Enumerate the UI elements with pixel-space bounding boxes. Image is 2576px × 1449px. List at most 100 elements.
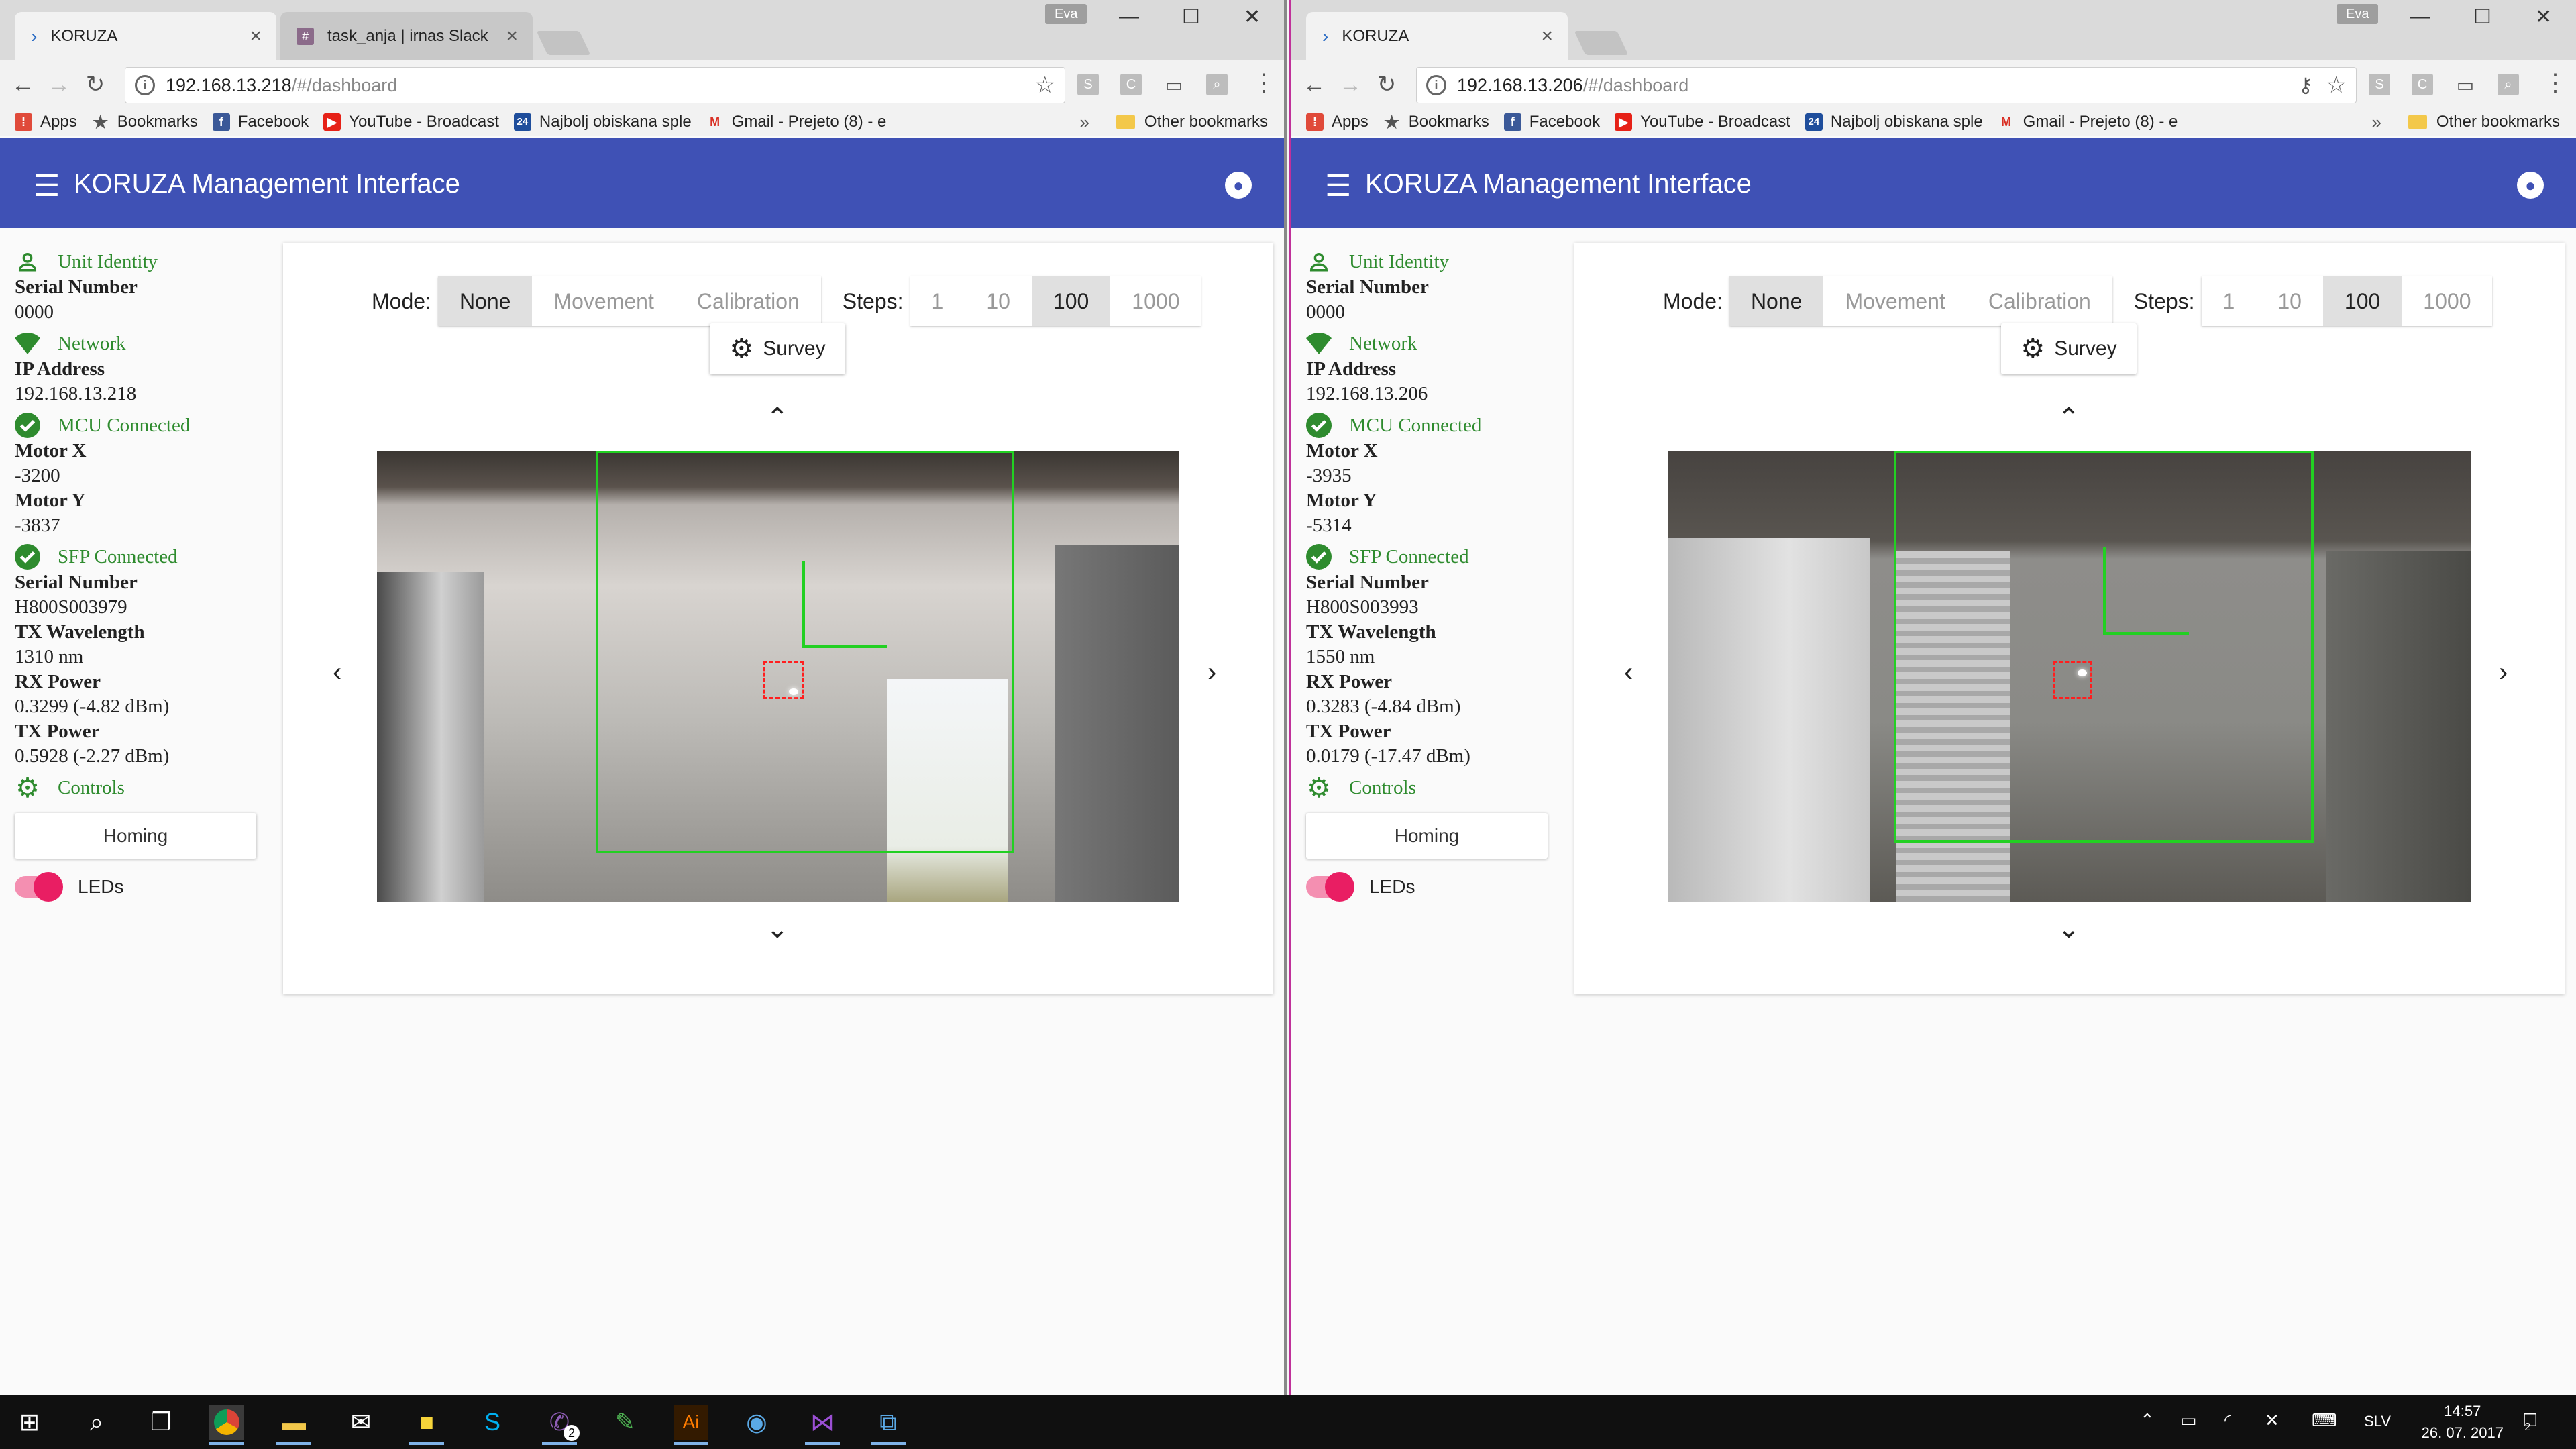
task-view-icon[interactable]: ❐: [144, 1405, 178, 1440]
minimize-icon[interactable]: —: [2410, 5, 2430, 28]
new-tab-button[interactable]: [1574, 31, 1629, 55]
bookmark-youtube[interactable]: ▶ YouTube - Broadcast: [1615, 113, 1790, 131]
windows-start-icon[interactable]: ⊞: [12, 1405, 47, 1440]
more-bookmarks-chevron[interactable]: »: [1080, 112, 1089, 133]
bookmark-facebook[interactable]: f Facebook: [1503, 113, 1600, 131]
reload-icon[interactable]: ↻: [82, 71, 109, 98]
page-info-icon[interactable]: i: [1426, 75, 1446, 95]
page-info-icon[interactable]: i: [135, 75, 155, 95]
mode-movement-button[interactable]: Movement: [1823, 276, 1967, 326]
bookmark-najbolj[interactable]: 24 Najbolj obiskana sple: [1805, 113, 1983, 131]
bookmark-gmail[interactable]: M Gmail - Prejeto (8) - e: [706, 113, 886, 131]
sticky-notes-icon[interactable]: ■: [409, 1405, 444, 1445]
extension-icon[interactable]: ⌕: [1206, 74, 1228, 95]
app-icon[interactable]: ◉: [739, 1405, 774, 1440]
leds-toggle[interactable]: [15, 872, 63, 902]
forward-icon[interactable]: →: [1337, 71, 1364, 98]
keyboard-icon[interactable]: ⌨: [2312, 1410, 2337, 1431]
step-1-button[interactable]: 1: [2201, 276, 2257, 326]
hamburger-menu-icon[interactable]: ☰: [1325, 169, 1351, 203]
battery-icon[interactable]: ▭: [2180, 1410, 2197, 1431]
account-icon[interactable]: ●: [2517, 172, 2544, 199]
minimize-icon[interactable]: —: [1119, 5, 1139, 28]
account-icon[interactable]: ●: [1225, 172, 1252, 199]
bookmark-gmail[interactable]: M Gmail - Prejeto (8) - e: [1998, 113, 2178, 131]
address-bar[interactable]: i 192.168.13.218 /#/dashboard ☆: [125, 67, 1065, 103]
visual-studio-icon[interactable]: ⋈: [805, 1405, 840, 1445]
mode-calibration-button[interactable]: Calibration: [675, 276, 821, 326]
chevron-up-icon[interactable]: ⌃: [766, 402, 789, 433]
chevron-left-icon[interactable]: ‹: [1624, 657, 1633, 688]
maximize-icon[interactable]: ☐: [2473, 5, 2491, 29]
address-bar[interactable]: i 192.168.13.206 /#/dashboard ⚷ ☆: [1416, 67, 2357, 103]
mode-none-button[interactable]: None: [1729, 276, 1824, 326]
step-10-button[interactable]: 10: [2256, 276, 2323, 326]
camera-feed[interactable]: [377, 451, 1179, 902]
extension-icon[interactable]: ⌕: [2498, 74, 2519, 95]
network-tool-icon[interactable]: ⧉: [871, 1405, 906, 1445]
clock[interactable]: 14:57 26. 07. 2017: [2422, 1401, 2504, 1444]
homing-button[interactable]: Homing: [1306, 813, 1548, 859]
chevron-right-icon[interactable]: ›: [1208, 657, 1216, 688]
step-1000-button[interactable]: 1000: [1110, 276, 1201, 326]
bookmark-facebook[interactable]: f Facebook: [212, 113, 309, 131]
close-tab-icon[interactable]: ×: [506, 25, 518, 48]
chevron-down-icon[interactable]: ⌄: [766, 914, 789, 945]
step-10-button[interactable]: 10: [965, 276, 1032, 326]
browser-menu-icon[interactable]: ⋮: [1252, 68, 1276, 97]
bookmark-najbolj[interactable]: 24 Najbolj obiskana sple: [513, 113, 692, 131]
bookmark-other[interactable]: Other bookmarks: [2408, 113, 2560, 131]
hamburger-menu-icon[interactable]: ☰: [34, 169, 60, 203]
mode-movement-button[interactable]: Movement: [532, 276, 676, 326]
notifications-icon[interactable]: ☐2: [2522, 1410, 2544, 1433]
tray-chevron-icon[interactable]: ⌃: [2140, 1410, 2155, 1431]
bookmark-star-icon[interactable]: ☆: [2326, 72, 2347, 99]
bookmark-apps[interactable]: ⁞ Apps: [15, 113, 77, 131]
bookmark-other[interactable]: Other bookmarks: [1116, 113, 1268, 131]
bookmark-bookmarks[interactable]: ★ Bookmarks: [92, 113, 198, 131]
cast-icon[interactable]: ▭: [1163, 74, 1185, 95]
close-tab-icon[interactable]: ×: [250, 25, 262, 48]
skype-icon[interactable]: S: [475, 1405, 510, 1440]
leds-toggle[interactable]: [1306, 872, 1354, 902]
notepad-icon[interactable]: ✎: [608, 1405, 643, 1440]
more-bookmarks-chevron[interactable]: »: [2372, 112, 2381, 133]
bookmark-bookmarks[interactable]: ★ Bookmarks: [1383, 113, 1489, 131]
mode-none-button[interactable]: None: [437, 276, 533, 326]
close-window-icon[interactable]: ✕: [1244, 5, 1260, 29]
extension-icon[interactable]: C: [1120, 74, 1142, 95]
file-explorer-icon[interactable]: ▬: [276, 1405, 311, 1445]
step-100-button[interactable]: 100: [1031, 276, 1111, 326]
browser-menu-icon[interactable]: ⋮: [2543, 68, 2567, 97]
bookmark-apps[interactable]: ⁞ Apps: [1306, 113, 1368, 131]
close-tab-icon[interactable]: ×: [1541, 25, 1553, 48]
mail-icon[interactable]: ✉: [343, 1405, 378, 1440]
profile-badge[interactable]: Eva: [1045, 4, 1087, 24]
wifi-tray-icon[interactable]: ◜: [2224, 1410, 2231, 1431]
new-tab-button[interactable]: [536, 31, 591, 55]
language-indicator[interactable]: SLV: [2364, 1413, 2391, 1430]
tab-koruza[interactable]: › KORUZA ×: [1306, 12, 1568, 60]
chevron-down-icon[interactable]: ⌄: [2057, 914, 2080, 945]
cast-icon[interactable]: ▭: [2455, 74, 2476, 95]
maximize-icon[interactable]: ☐: [1182, 5, 1200, 29]
close-window-icon[interactable]: ✕: [2535, 5, 2552, 29]
extension-icon[interactable]: C: [2412, 74, 2433, 95]
tab-slack[interactable]: # task_anja | irnas Slack ×: [280, 12, 533, 60]
survey-button[interactable]: ⚙ Survey: [2001, 323, 2137, 374]
step-100-button[interactable]: 100: [2322, 276, 2402, 326]
back-icon[interactable]: ←: [1301, 71, 1328, 98]
chevron-left-icon[interactable]: ‹: [333, 657, 341, 688]
forward-icon[interactable]: →: [46, 71, 72, 98]
back-icon[interactable]: ←: [9, 71, 36, 98]
chrome-icon[interactable]: [209, 1405, 244, 1445]
bookmark-star-icon[interactable]: ☆: [1035, 72, 1055, 99]
mode-calibration-button[interactable]: Calibration: [1966, 276, 2112, 326]
search-icon[interactable]: ⌕: [79, 1405, 114, 1440]
survey-button[interactable]: ⚙ Survey: [710, 323, 845, 374]
key-icon[interactable]: ⚷: [2298, 74, 2313, 97]
chevron-right-icon[interactable]: ›: [2499, 657, 2508, 688]
homing-button[interactable]: Homing: [15, 813, 256, 859]
illustrator-icon[interactable]: Ai: [674, 1405, 708, 1445]
extension-icon[interactable]: S: [1077, 74, 1099, 95]
